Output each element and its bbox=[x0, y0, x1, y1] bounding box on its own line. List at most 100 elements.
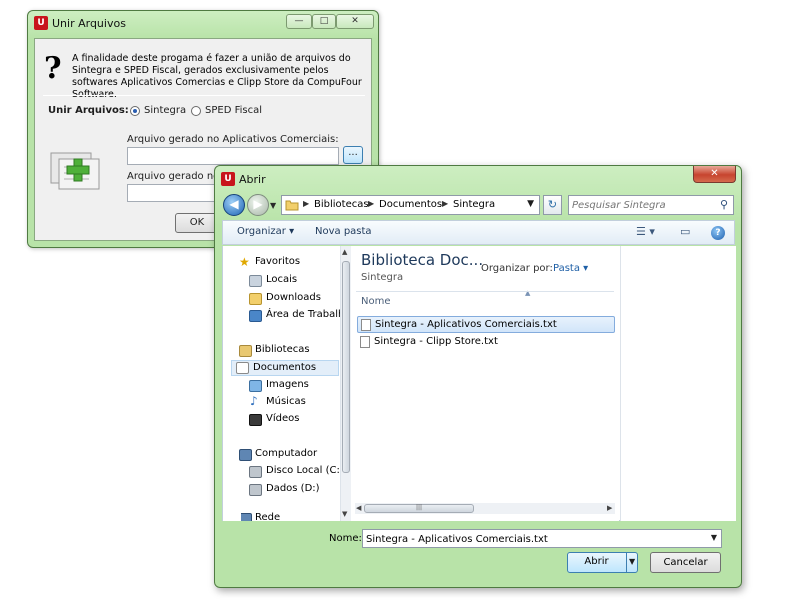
compufour-logo-icon: U bbox=[221, 172, 235, 186]
compufour-logo-icon: U bbox=[34, 16, 48, 30]
abrir-dialog: U Abrir ✕ ◀ ▶ ▼ ▶ Bibliotecas ▶ Document… bbox=[214, 165, 742, 588]
nav-label: Disco Local (C:) bbox=[266, 465, 344, 476]
sidebar-scrollbar[interactable]: ▲ ▼ bbox=[340, 246, 351, 521]
downloads-folder-icon bbox=[249, 293, 262, 305]
nav-musicas[interactable]: ♪ Músicas bbox=[249, 394, 306, 408]
radio-sintegra-label[interactable]: Sintegra bbox=[144, 105, 186, 116]
search-icon[interactable]: ⚲ bbox=[720, 198, 728, 211]
libraries-icon bbox=[239, 345, 252, 357]
back-arrow-icon[interactable]: ◀ bbox=[223, 194, 245, 216]
cancel-button[interactable]: Cancelar bbox=[650, 552, 721, 573]
column-divider bbox=[356, 291, 614, 292]
column-header-nome[interactable]: Nome bbox=[361, 296, 391, 307]
description-text: A finalidade deste progama é fazer a uni… bbox=[72, 53, 362, 100]
organize-button[interactable]: Organizar ▾ bbox=[237, 226, 294, 237]
file-name: Sintegra - Aplicativos Comerciais.txt bbox=[375, 319, 557, 330]
preview-pane-icon[interactable]: ▭ bbox=[680, 225, 690, 238]
file-list-scrollbar[interactable]: ◀ ||| ▶ bbox=[355, 503, 615, 514]
breadcrumb-bibliotecas[interactable]: Bibliotecas bbox=[314, 199, 369, 210]
chevron-down-icon[interactable]: ▼ bbox=[629, 557, 635, 566]
field1-input[interactable] bbox=[127, 147, 339, 165]
divider bbox=[43, 95, 365, 96]
new-folder-button[interactable]: Nova pasta bbox=[315, 226, 372, 237]
minimize-button[interactable]: — bbox=[286, 14, 312, 29]
chevron-down-icon[interactable]: ▼ bbox=[711, 533, 717, 542]
maximize-button[interactable]: □ bbox=[312, 14, 336, 29]
library-title: Biblioteca Doc... bbox=[361, 251, 484, 269]
navigation-pane: ★ Favoritos Locais Downloads Área de Tra… bbox=[223, 246, 351, 521]
nav-label: Rede bbox=[255, 512, 281, 521]
nav-locais[interactable]: Locais bbox=[249, 274, 297, 287]
scroll-down-icon[interactable]: ▼ bbox=[342, 510, 347, 518]
split-divider bbox=[626, 553, 627, 572]
chevron-down-icon[interactable]: ▼ bbox=[527, 199, 534, 209]
nav-downloads[interactable]: Downloads bbox=[249, 292, 321, 305]
close-button[interactable]: ✕ bbox=[693, 166, 736, 183]
merge-files-icon bbox=[50, 152, 100, 190]
library-subtitle: Sintegra bbox=[361, 272, 404, 283]
breadcrumb-separator: ▶ bbox=[368, 199, 375, 208]
nav-dados[interactable]: Dados (D:) bbox=[249, 483, 320, 496]
nav-label: Computador bbox=[255, 448, 318, 459]
filename-input[interactable] bbox=[366, 532, 696, 546]
nav-area-de-trabalho[interactable]: Área de Trabalho bbox=[249, 309, 351, 322]
music-icon: ♪ bbox=[250, 394, 258, 408]
radio-sped-fiscal[interactable] bbox=[191, 106, 201, 116]
window-title: Abrir bbox=[239, 173, 266, 186]
nav-rede[interactable]: Rede bbox=[241, 512, 280, 521]
scrollbar-thumb[interactable] bbox=[342, 261, 350, 473]
nav-videos[interactable]: Vídeos bbox=[249, 413, 300, 426]
close-button[interactable]: ✕ bbox=[336, 14, 374, 29]
nav-label: Downloads bbox=[266, 292, 321, 303]
history-dropdown-icon[interactable]: ▼ bbox=[270, 201, 276, 210]
breadcrumb-sintegra[interactable]: Sintegra bbox=[453, 199, 495, 210]
scrollbar-thumb[interactable]: ||| bbox=[364, 504, 474, 513]
ok-button[interactable]: OK bbox=[175, 213, 219, 233]
nav-label: Bibliotecas bbox=[255, 344, 310, 355]
videos-icon bbox=[249, 414, 262, 426]
browse-button[interactable]: ... bbox=[343, 146, 363, 164]
forward-arrow-icon[interactable]: ▶ bbox=[247, 194, 269, 216]
field1-label: Arquivo gerado no Aplicativos Comerciais… bbox=[127, 134, 339, 145]
network-icon bbox=[241, 513, 252, 521]
nav-label: Músicas bbox=[266, 396, 306, 407]
filename-label: Nome: bbox=[329, 533, 362, 544]
arrange-by-label: Organizar por: bbox=[481, 263, 553, 274]
open-button[interactable]: Abrir ▼ bbox=[567, 552, 638, 573]
breadcrumb-documentos[interactable]: Documentos bbox=[379, 199, 442, 210]
file-row[interactable]: Sintegra - Clipp Store.txt bbox=[357, 334, 615, 351]
scroll-up-icon[interactable]: ▲ bbox=[342, 248, 347, 256]
search-box[interactable]: ⚲ bbox=[568, 195, 734, 215]
nav-label: Vídeos bbox=[266, 413, 300, 424]
command-bar: Organizar ▾ Nova pasta ☰ ▾ ▭ ? bbox=[222, 220, 735, 245]
nav-favoritos[interactable]: ★ Favoritos bbox=[239, 255, 300, 269]
radio-sintegra[interactable] bbox=[130, 106, 140, 116]
nav-disco-local[interactable]: Disco Local (C:) bbox=[249, 465, 344, 478]
help-icon[interactable]: ? bbox=[711, 226, 725, 240]
question-icon: ? bbox=[44, 51, 62, 86]
nav-imagens[interactable]: Imagens bbox=[249, 379, 309, 392]
star-icon: ★ bbox=[239, 255, 250, 269]
address-bar[interactable]: ▶ Bibliotecas ▶ Documentos ▶ Sintegra ▼ bbox=[281, 195, 540, 215]
search-input[interactable] bbox=[572, 198, 712, 212]
arrange-by-dropdown[interactable]: Pasta ▾ bbox=[553, 263, 588, 274]
field2-input[interactable] bbox=[127, 184, 217, 202]
file-row[interactable]: Sintegra - Aplicativos Comerciais.txt bbox=[357, 316, 615, 333]
nav-documentos[interactable]: Documentos bbox=[231, 360, 339, 376]
nav-label: Imagens bbox=[266, 379, 309, 390]
nav-bibliotecas[interactable]: Bibliotecas bbox=[239, 344, 310, 357]
refresh-icon[interactable]: ↻ bbox=[543, 195, 562, 215]
radio-sped-fiscal-label[interactable]: SPED Fiscal bbox=[205, 105, 262, 116]
view-options-icon[interactable]: ☰ ▾ bbox=[636, 225, 655, 238]
nav-label: Área de Trabalho bbox=[266, 309, 351, 320]
nav-label: Documentos bbox=[253, 362, 317, 373]
unir-label: Unir Arquivos: bbox=[48, 105, 129, 116]
places-icon bbox=[249, 275, 262, 287]
file-name: Sintegra - Clipp Store.txt bbox=[374, 336, 498, 347]
filename-combobox[interactable]: ▼ bbox=[362, 529, 722, 548]
drive-icon bbox=[249, 484, 262, 496]
scroll-right-icon[interactable]: ▶ bbox=[607, 504, 612, 512]
nav-computador[interactable]: Computador bbox=[239, 448, 318, 461]
drive-icon bbox=[249, 466, 262, 478]
scroll-left-icon[interactable]: ◀ bbox=[356, 504, 361, 512]
